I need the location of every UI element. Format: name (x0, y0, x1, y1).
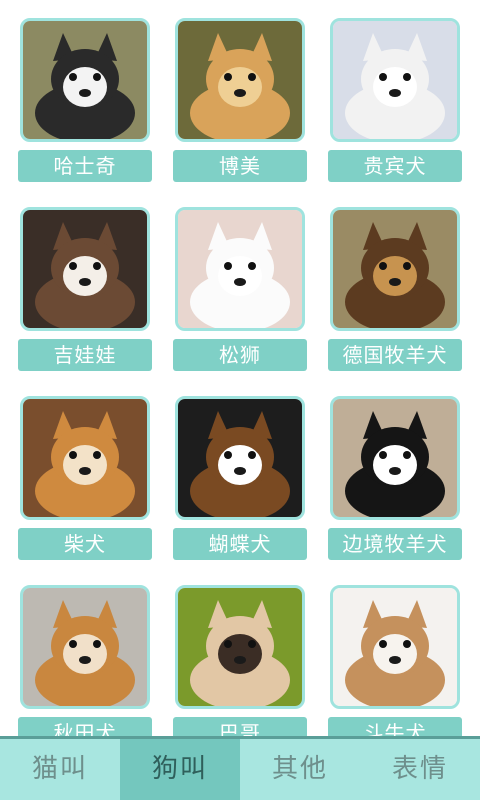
german-shepherd-photo[interactable] (330, 207, 460, 331)
tab-dog-sounds[interactable]: 狗叫 (120, 739, 240, 800)
tab-emoji[interactable]: 表情 (360, 739, 480, 800)
tab-other[interactable]: 其他 (240, 739, 360, 800)
tab-cat-sounds[interactable]: 猫叫 (0, 739, 120, 800)
breed-label[interactable]: 柴犬 (18, 528, 152, 560)
breed-label[interactable]: 斗牛犬 (328, 717, 462, 736)
breed-label[interactable]: 秋田犬 (18, 717, 152, 736)
bulldog-photo[interactable] (330, 585, 460, 709)
breed-grid: 哈士奇 博美 贵宾犬吉娃娃 松狮 德国牧羊犬柴犬 蝴蝶犬 边境牧羊犬秋田犬 巴哥 斗牛犬 (0, 0, 480, 736)
breed-label[interactable]: 蝴蝶犬 (173, 528, 307, 560)
husky-puppy-photo[interactable] (20, 207, 150, 331)
husky-photo[interactable] (20, 18, 150, 142)
shiba-photo[interactable] (20, 396, 150, 520)
breed-label[interactable]: 哈士奇 (18, 150, 152, 182)
breed-label[interactable]: 贵宾犬 (328, 150, 462, 182)
breed-label[interactable]: 博美 (173, 150, 307, 182)
pomeranian-photo[interactable] (175, 18, 305, 142)
pug-photo[interactable] (175, 585, 305, 709)
breed-label[interactable]: 边境牧羊犬 (328, 528, 462, 560)
akita-photo[interactable] (20, 585, 150, 709)
border-collie-photo[interactable] (330, 396, 460, 520)
breed-label[interactable]: 德国牧羊犬 (328, 339, 462, 371)
poodle-photo[interactable] (330, 18, 460, 142)
bottom-tab-bar: 猫叫 狗叫 其他 表情 (0, 736, 480, 800)
breed-label[interactable]: 松狮 (173, 339, 307, 371)
breed-label[interactable]: 巴哥 (173, 717, 307, 736)
papillon-photo[interactable] (175, 396, 305, 520)
breed-label[interactable]: 吉娃娃 (18, 339, 152, 371)
white-puppy-photo[interactable] (175, 207, 305, 331)
